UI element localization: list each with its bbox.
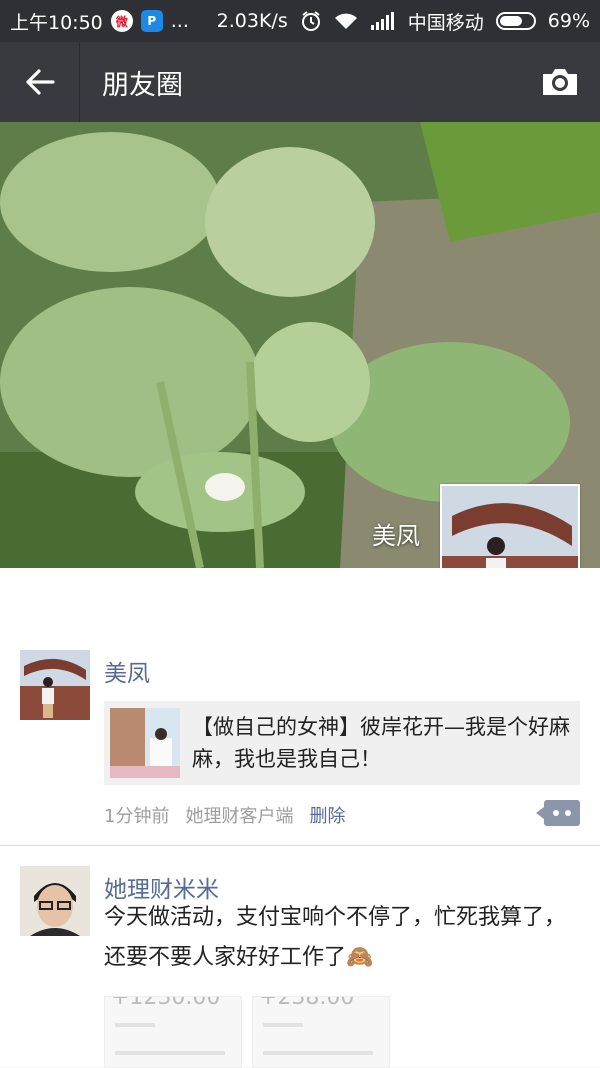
- avatar[interactable]: [20, 866, 90, 936]
- post-text: 今天做活动，支付宝响个不停了，忙死我算了，还要不要人家好好工作了🙈: [104, 905, 567, 970]
- share-title: 【做自己的女神】彼岸花开—我是个好麻麻，我也是我自己！: [192, 715, 570, 771]
- avatar[interactable]: [20, 650, 90, 720]
- post-image[interactable]: +1230.00: [104, 996, 242, 1068]
- post-author[interactable]: 美凤: [104, 654, 150, 688]
- network-speed: 2.03K/s: [216, 10, 288, 32]
- signal-icon: [370, 12, 394, 30]
- post-time: 1分钟前: [104, 806, 170, 827]
- moment-post: 她理财米米 今天做活动，支付宝响个不停了，忙死我算了，还要不要人家好好工作了🙈 …: [0, 845, 600, 1068]
- status-more-dots: ...: [170, 10, 189, 32]
- nav-bar: 朋友圈: [0, 42, 600, 122]
- comment-button[interactable]: [536, 800, 580, 826]
- post-meta: 1分钟前 她理财客户端 删除: [104, 802, 345, 828]
- cover-username: 美凤: [372, 522, 420, 550]
- delete-button[interactable]: 删除: [309, 802, 345, 828]
- arrow-left-icon: [25, 69, 55, 95]
- post-images: +1230.00 +238.00: [104, 996, 390, 1068]
- shared-link-card[interactable]: 【做自己的女神】彼岸花开—我是个好麻麻，我也是我自己！: [104, 701, 580, 785]
- camera-button[interactable]: [520, 42, 600, 122]
- status-bar: 上午10:50 微 P ... 2.03K/s 中国移动 69%: [0, 0, 600, 42]
- share-thumbnail: [110, 708, 180, 778]
- camera-icon: [543, 69, 577, 95]
- battery-percent: 69%: [547, 10, 590, 32]
- page-title: 朋友圈: [102, 69, 183, 101]
- carrier-name: 中国移动: [407, 11, 484, 34]
- post-source: 她理财客户端: [185, 806, 294, 827]
- alarm-icon: [301, 11, 320, 31]
- back-button[interactable]: [0, 42, 80, 122]
- moment-post: 美凤 【做自己的女神】彼岸花开—我是个好麻麻，我也是我自己！ 1分钟前 她理财客…: [0, 568, 600, 845]
- wifi-icon: [334, 13, 357, 29]
- avatar-photo: [20, 866, 90, 936]
- app-notification-icon: P: [140, 10, 163, 32]
- status-time: 上午10:50: [10, 11, 103, 34]
- weibo-icon: 微: [110, 10, 133, 32]
- image-amount: +1230.00: [111, 996, 221, 1010]
- battery-icon: [495, 12, 536, 30]
- image-amount: +238.00: [259, 996, 355, 1010]
- avatar-photo: [20, 650, 90, 720]
- post-image[interactable]: +238.00: [252, 996, 390, 1068]
